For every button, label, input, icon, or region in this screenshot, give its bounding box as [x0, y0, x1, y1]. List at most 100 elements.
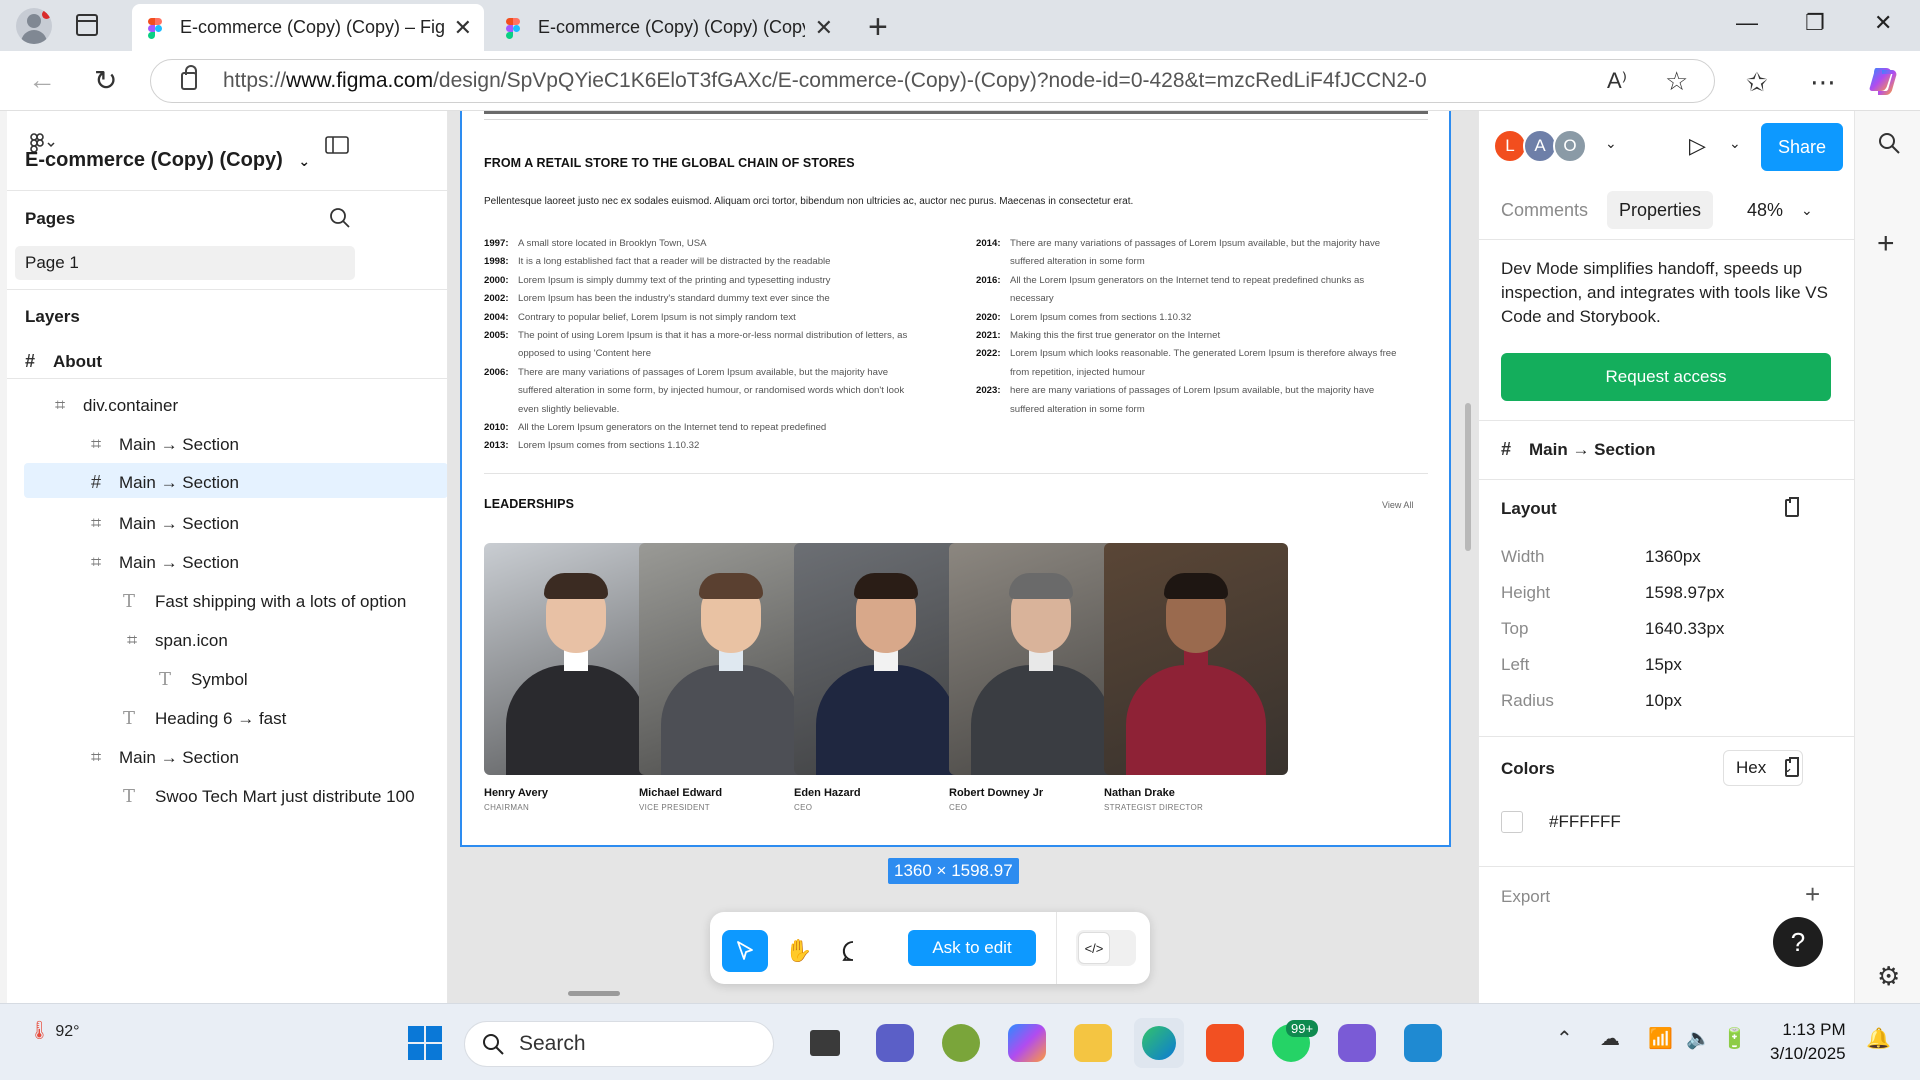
timeline-year: 2020:	[976, 311, 1001, 323]
taskbar-search[interactable]: Search	[464, 1021, 774, 1067]
tab-comments[interactable]: Comments	[1489, 191, 1600, 229]
selected-frame[interactable]: FROM A RETAIL STORE TO THE GLOBAL CHAIN …	[460, 111, 1451, 847]
back-icon[interactable]: ←	[28, 64, 56, 96]
refresh-icon[interactable]: ↻	[94, 64, 117, 97]
present-play-icon[interactable]: ▷	[1689, 133, 1706, 159]
wifi-icon[interactable]: 📶	[1648, 1026, 1673, 1051]
color-swatch[interactable]	[1501, 811, 1523, 833]
prop-value-radius[interactable]: 10px	[1645, 691, 1682, 711]
profile-avatar-icon[interactable]	[16, 8, 52, 44]
prop-value-width[interactable]: 1360px	[1645, 547, 1701, 567]
onedrive-icon[interactable]: ☁	[1600, 1026, 1620, 1051]
timeline-item: 2022: Lorem Ipsum which looks reasonable.…	[976, 345, 1406, 382]
teams-icon[interactable]	[876, 1024, 914, 1062]
layer-item[interactable]: ⌗ Main → Section	[91, 434, 447, 455]
design-canvas[interactable]: FROM A RETAIL STORE TO THE GLOBAL CHAIN …	[448, 111, 1478, 1003]
comment-tool-icon[interactable]	[830, 930, 876, 972]
prop-value-top[interactable]: 1640.33px	[1645, 619, 1724, 639]
layer-item[interactable]: T Fast shipping with a lots of option	[123, 591, 447, 612]
share-button[interactable]: Share	[1761, 123, 1843, 171]
microsoft-store-icon[interactable]	[1206, 1024, 1244, 1062]
view-all-link[interactable]: View All	[1382, 500, 1413, 510]
file-name[interactable]: E-commerce (Copy) (Copy) ⌄	[25, 149, 447, 172]
power-apps-icon[interactable]	[1338, 1024, 1376, 1062]
minimize-icon[interactable]: —	[1736, 10, 1758, 36]
close-tab-icon[interactable]: ✕	[815, 15, 833, 41]
close-tab-icon[interactable]: ✕	[454, 15, 472, 41]
address-bar[interactable]: https://www.figma.com/design/SpVpQYieC1K…	[150, 59, 1715, 103]
browser-tab-active[interactable]: E-commerce (Copy) (Copy) – Figma ✕	[132, 4, 484, 51]
hand-tool-icon[interactable]: ✋	[776, 930, 822, 972]
color-value[interactable]: #FFFFFF	[1549, 812, 1621, 832]
system-clock[interactable]: 1:13 PM 3/10/2025	[1770, 1018, 1846, 1066]
add-icon[interactable]: +	[1877, 227, 1895, 261]
browser-tab-inactive[interactable]: E-commerce (Copy) (Copy) (Copy) ✕	[490, 4, 845, 51]
layer-item-selected[interactable]: # Main → Section	[24, 463, 447, 498]
chameleon-app-icon[interactable]	[942, 1024, 980, 1062]
tab-properties[interactable]: Properties	[1607, 191, 1714, 229]
prop-value-left[interactable]: 15px	[1645, 655, 1682, 675]
dev-mode-description: Dev Mode simplifies handoff, speeds up i…	[1501, 259, 1828, 326]
restore-icon[interactable]: ❐	[1805, 10, 1825, 36]
add-export-icon[interactable]: +	[1805, 879, 1820, 910]
task-view-icon[interactable]	[810, 1030, 840, 1056]
copy-clipboard-icon[interactable]	[1785, 757, 1799, 777]
new-tab-icon[interactable]: +	[868, 8, 888, 47]
layer-item[interactable]: T Symbol	[159, 669, 447, 690]
layer-label: Fast shipping with a lots of option	[155, 592, 407, 611]
page-item-page-1[interactable]: Page 1	[15, 246, 355, 280]
avatar[interactable]: L	[1493, 129, 1527, 163]
windows-start-icon[interactable]	[406, 1024, 444, 1062]
chevron-down-icon[interactable]: ⌄	[1729, 135, 1741, 152]
search-icon[interactable]	[1877, 131, 1901, 162]
layer-item[interactable]: T Swoo Tech Mart just distribute 100	[123, 786, 447, 807]
tab-actions-icon[interactable]	[76, 14, 98, 36]
volume-icon[interactable]: 🔈	[1686, 1026, 1711, 1051]
ask-to-edit-button[interactable]: Ask to edit	[908, 930, 1036, 966]
notification-bell-icon[interactable]: 🔔	[1866, 1026, 1891, 1051]
avatar[interactable]: A	[1523, 129, 1557, 163]
timeline-item: 1997: A small store located in Brooklyn T…	[484, 235, 914, 253]
favorite-star-icon[interactable]: ☆	[1665, 66, 1688, 97]
layer-item[interactable]: ⌗ Main → Section	[91, 552, 447, 573]
show-hidden-icons[interactable]: ⌃	[1556, 1026, 1573, 1051]
avatar[interactable]: O	[1553, 129, 1587, 163]
zoom-level[interactable]: 48% ⌄	[1735, 191, 1825, 229]
dev-mode-toggle[interactable]: </>	[1076, 930, 1136, 966]
move-tool-icon[interactable]	[722, 930, 768, 972]
settings-gear-icon[interactable]: ⚙	[1877, 961, 1900, 992]
vertical-scrollbar[interactable]	[1465, 403, 1471, 551]
help-icon[interactable]: ?	[1773, 917, 1823, 967]
battery-icon[interactable]: 🔋	[1722, 1026, 1747, 1051]
prop-value-height[interactable]: 1598.97px	[1645, 583, 1724, 603]
copilot-icon[interactable]	[1868, 64, 1900, 103]
file-explorer-icon[interactable]	[1074, 1024, 1112, 1062]
edge-app-active[interactable]	[1134, 1018, 1184, 1068]
more-options-icon[interactable]: ⋯	[1810, 67, 1836, 98]
horizontal-scrollbar[interactable]	[568, 991, 620, 996]
colors-header: Colors	[1501, 759, 1555, 778]
layer-item[interactable]: ⌗ div.container	[55, 395, 447, 416]
close-window-icon[interactable]: ✕	[1874, 10, 1892, 36]
vs-code-icon[interactable]	[1404, 1024, 1442, 1062]
layer-label: About	[53, 352, 103, 371]
weather-widget[interactable]: 🌡 92°	[28, 1020, 80, 1041]
color-format-value: Hex	[1736, 758, 1767, 777]
leader-card[interactable]: Nathan Drake STRATEGIST DIRECTOR	[1104, 543, 1288, 812]
timeline-item: 1998: It is a long established fact that …	[484, 253, 914, 271]
favorites-icon[interactable]: ✩	[1746, 67, 1768, 98]
lock-icon[interactable]	[181, 65, 197, 90]
copilot-icon[interactable]	[1008, 1024, 1046, 1062]
layer-root-about[interactable]: # About	[25, 351, 447, 372]
chevron-down-icon[interactable]: ⌄	[1605, 135, 1617, 152]
layer-item[interactable]: ⌗ span.icon	[127, 630, 447, 651]
layer-item[interactable]: T Heading 6 → fast	[123, 708, 447, 729]
copy-clipboard-icon[interactable]	[1785, 497, 1799, 517]
layer-item[interactable]: ⌗ Main → Section	[91, 747, 447, 768]
layer-item[interactable]: ⌗ Main → Section	[91, 513, 447, 534]
request-access-button[interactable]: Request access	[1501, 353, 1831, 401]
timeline-item: 2006: There are many variations of passag…	[484, 364, 914, 419]
search-icon[interactable]	[329, 207, 353, 235]
bottom-toolbar: ✋ Ask to edit </>	[710, 912, 1150, 984]
read-aloud-icon[interactable]: A⁾	[1607, 68, 1627, 94]
